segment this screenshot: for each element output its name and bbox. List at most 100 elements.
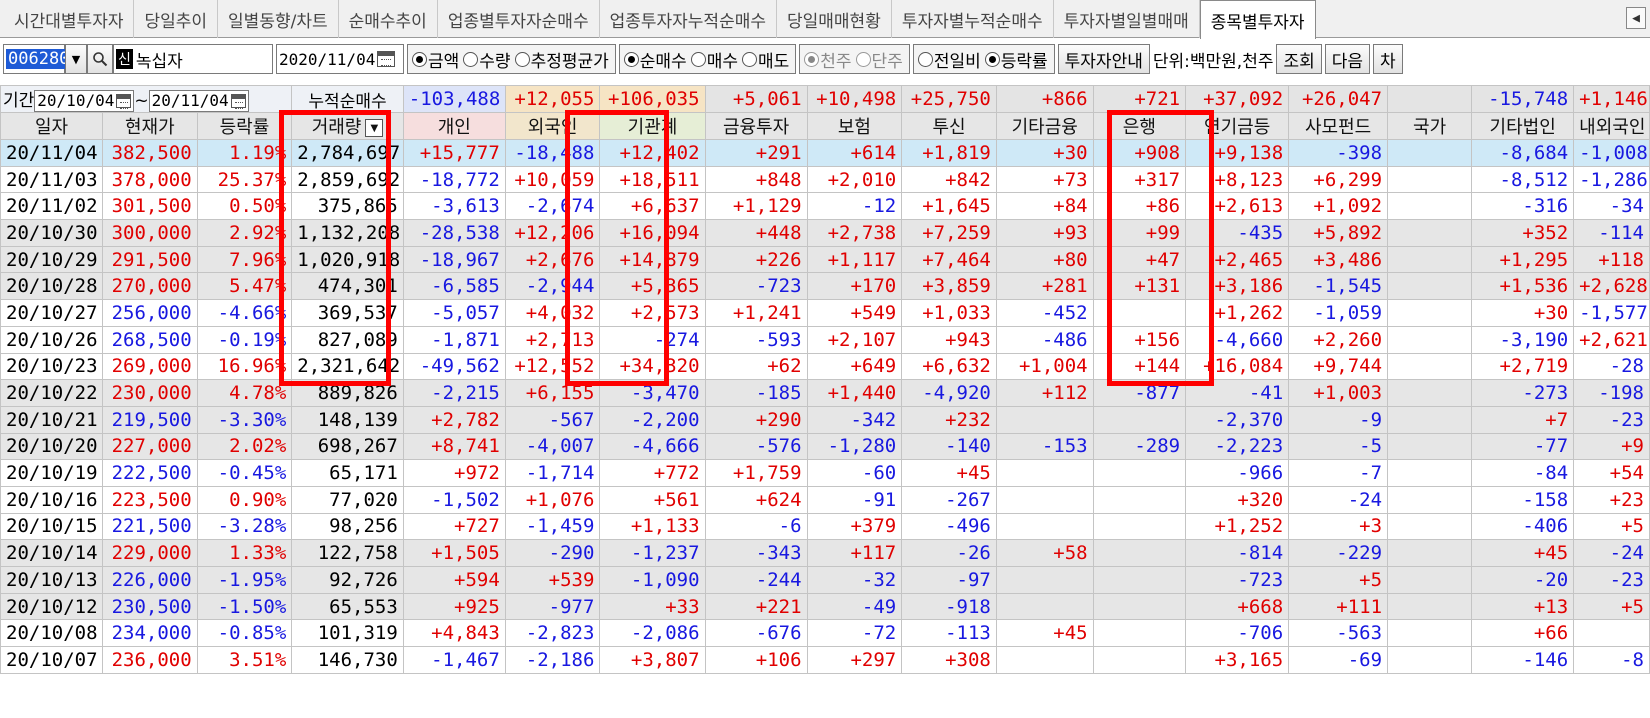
column-header-1[interactable]: 현재가 [102,112,198,140]
table-cell: -1.50% [196,592,293,621]
next-button[interactable]: 다음 [1324,44,1371,74]
stock-code-input[interactable]: 006280 [3,44,72,74]
table-cell: +30 [995,139,1094,167]
column-header-9[interactable]: 투신 [901,112,997,140]
column-header-16[interactable]: 내외국인 [1573,112,1650,140]
column-header-5[interactable]: 외국인 [504,112,601,140]
calendar-to-icon[interactable] [230,94,246,109]
group1-option-2[interactable]: 추정평균가 [514,47,609,72]
table-row[interactable]: 20/10/14 229,000 1.33% 122,758 +1,505 -290 -1,… [0,539,1650,567]
group3-radio-1[interactable] [855,51,871,67]
column-header-3[interactable]: 거래량 ▼ [291,112,404,140]
group4-option-1[interactable]: 등락률 [984,47,1048,72]
table-cell: -1,090 [599,566,706,594]
tab-7[interactable]: 투자자별누적순매수 [892,0,1054,38]
column-header-15[interactable]: 기타법인 [1471,112,1575,140]
tab-2[interactable]: 일별동향/차트 [218,0,339,38]
table-row[interactable]: 20/11/02 301,500 0.50% 375,865 -3,613 -2,674 +… [0,192,1650,221]
table-cell: -2,223 [1185,432,1290,461]
table-row[interactable]: 20/11/04 382,500 1.19% 2,784,697 +15,777 -18,… [0,139,1650,167]
table-row[interactable]: 20/10/21 219,500 -3.30% 148,139 +2,782 -567 -2… [0,405,1650,434]
tab-6[interactable]: 당일매매현황 [777,0,892,38]
column-header-11[interactable]: 은행 [1092,112,1187,140]
tab-8[interactable]: 투자자별일별매매 [1054,0,1200,38]
group3-option-0[interactable]: 천주 [804,47,852,72]
stock-name-field[interactable]: 신 녹십자 [113,44,273,74]
table-cell: 2.02% [196,432,293,461]
table-row[interactable]: 20/10/15 221,500 -3.28% 98,256 +727 -1,459 +1,… [0,512,1650,541]
table-row[interactable]: 20/10/23 269,000 16.96% 2,321,642 -49,562 +12… [0,352,1650,381]
column-header-0[interactable]: 일자 [0,112,103,140]
column-header-13[interactable]: 사모펀드 [1288,112,1389,140]
table-cell: -6 [704,512,808,541]
table-row[interactable]: 20/10/30 300,000 2.92% 1,132,208 -28,538 +12,… [0,219,1650,247]
table-cell: +2,260 [1288,325,1389,354]
group4-radio-1[interactable] [984,51,1000,67]
table-cell: -706 [1185,619,1290,648]
table-cell: 1,020,918 [291,245,404,274]
column-header-4[interactable]: 개인 [402,112,506,140]
table-row[interactable]: 20/10/27 256,000 -4.66% 369,537 -5,057 +4,032… [0,299,1650,327]
stock-dropdown-button[interactable]: ▼ [65,44,87,74]
group1-radio-1[interactable] [463,51,479,67]
group2-radio-2[interactable] [741,51,757,67]
tab-1[interactable]: 당일추이 [134,0,219,38]
chart-button[interactable]: 차 [1373,44,1403,74]
group3-radio-0[interactable] [804,51,820,67]
group2-option-2[interactable]: 매도 [741,47,789,72]
table-cell [1092,459,1187,487]
table-row[interactable]: 20/11/03 378,000 25.37% 2,859,692 -18,772 +10… [0,165,1650,194]
date-input[interactable]: 2020/11/04 [276,44,404,74]
table-row[interactable]: 20/10/28 270,000 5.47% 474,301 -6,585 -2,944 +… [0,272,1650,301]
table-cell: -23 [1573,405,1650,434]
group2-radio-0[interactable] [623,51,639,67]
column-header-7[interactable]: 금융투자 [704,112,808,140]
change-type-radio-group: 전일비 등락률 [912,44,1055,74]
tab-4[interactable]: 업종별투자자순매수 [438,0,600,38]
group2-option-0[interactable]: 순매수 [623,47,687,72]
stock-search-button[interactable] [87,44,113,74]
table-row[interactable]: 20/10/20 227,000 2.02% 698,267 +8,741 -4,007-… [0,432,1650,461]
table-row[interactable]: 20/10/19 222,500 -0.45% 65,171 +972 -1,714 +77… [0,459,1650,487]
tab-9[interactable]: 종목별투자자 [1199,0,1316,39]
table-row[interactable]: 20/10/22 230,000 4.78% 889,826 -2,215 +6,155-… [0,379,1650,407]
tab-0[interactable]: 시간대별투자자 [4,0,135,38]
tab-3[interactable]: 순매수추이 [339,0,438,38]
table-row[interactable]: 20/10/26 268,500 -0.19% 827,089 -1,871 +2,713… [0,325,1650,354]
investor-guide-button[interactable]: 투자자안내 [1057,44,1150,74]
table-row[interactable]: 20/10/08 234,000 -0.85% 101,319 +4,843 -2,823… [0,619,1650,648]
sort-dropdown-icon[interactable]: ▼ [365,119,384,137]
group2-radio-1[interactable] [690,51,706,67]
group4-option-0[interactable]: 전일비 [917,47,981,72]
group2-option-1[interactable]: 매수 [690,47,738,72]
table-cell [995,646,1094,674]
period-from-input[interactable]: 20/10/04 [34,90,135,112]
column-header-8[interactable]: 보험 [806,112,903,140]
group3-option-1[interactable]: 단주 [855,47,903,72]
column-header-label: 기타법인 [1489,117,1556,138]
group1-option-0[interactable]: 금액 [412,47,459,72]
column-header-6[interactable]: 기관계 [599,112,706,140]
group1-option-1[interactable]: 수량 [463,47,511,72]
table-cell: -1,286 [1573,165,1650,194]
period-to-input[interactable]: 20/11/04 [148,90,249,112]
group1-radio-0[interactable] [412,51,427,67]
table-row[interactable]: 20/10/12 230,500 -1.50% 65,553 +925 -977 +33 +2… [0,592,1650,621]
tab-5[interactable]: 업종투자자누적순매수 [600,0,777,38]
table-row[interactable]: 20/10/29 291,500 7.96% 1,020,918 -18,967 +2,6… [0,245,1650,274]
calendar-icon[interactable] [377,51,396,67]
column-header-14[interactable]: 국가 [1387,112,1473,140]
column-header-10[interactable]: 기타금융 [995,112,1094,140]
calendar-from-icon[interactable] [116,94,132,109]
table-row[interactable]: 20/10/07 236,000 3.51% 146,730 -1,467 -2,186 +… [0,646,1650,674]
query-button[interactable]: 조회 [1276,44,1322,74]
table-row[interactable]: 20/10/13 226,000 -1.95% 92,726 +594 +539 -1,09… [0,566,1650,594]
column-header-2[interactable]: 등락률 [196,112,293,140]
table-row[interactable]: 20/10/16 223,500 0.90% 77,020 -1,502 +1,076 +5… [0,485,1650,514]
table-cell: -97 [901,566,997,594]
tab-scroll-left-button[interactable]: ◀ [1626,7,1646,29]
group1-radio-2[interactable] [514,51,530,67]
group4-radio-0[interactable] [917,51,933,67]
table-cell: -2,944 [504,272,601,301]
column-header-12[interactable]: 연기금등 [1185,112,1290,140]
